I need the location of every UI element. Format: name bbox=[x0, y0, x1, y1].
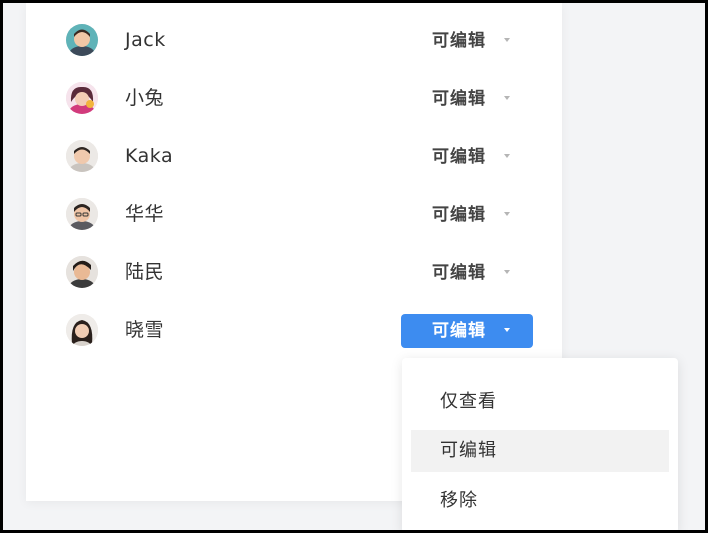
permission-select[interactable]: 可编辑 bbox=[401, 256, 533, 290]
permission-select[interactable]: 可编辑 bbox=[401, 24, 533, 58]
member-name: 陆民 bbox=[125, 261, 165, 283]
permission-dropdown-menu: 仅查看 可编辑 移除 bbox=[402, 358, 678, 533]
member-row: Jack 可编辑 bbox=[26, 11, 562, 69]
avatar bbox=[66, 24, 98, 56]
avatar bbox=[66, 82, 98, 114]
permission-label: 可编辑 bbox=[432, 89, 486, 109]
member-row: Kaka 可编辑 bbox=[26, 127, 562, 185]
member-name: 小兔 bbox=[125, 87, 165, 109]
avatar bbox=[66, 198, 98, 230]
caret-down-icon bbox=[504, 212, 510, 216]
member-row: 小兔 可编辑 bbox=[26, 69, 562, 127]
permission-select[interactable]: 可编辑 bbox=[401, 82, 533, 116]
menu-item-view-only[interactable]: 仅查看 bbox=[411, 381, 669, 423]
member-name: 晓雪 bbox=[125, 319, 165, 341]
avatar bbox=[66, 256, 98, 288]
member-row: 晓雪 可编辑 bbox=[26, 301, 562, 359]
member-name: Kaka bbox=[125, 145, 174, 167]
permission-label: 可编辑 bbox=[432, 263, 486, 283]
caret-down-icon bbox=[504, 328, 510, 332]
menu-item-can-edit[interactable]: 可编辑 bbox=[411, 430, 669, 472]
menu-item-remove[interactable]: 移除 bbox=[411, 480, 669, 522]
member-row: 陆民 可编辑 bbox=[26, 243, 562, 301]
member-name: 华华 bbox=[125, 203, 165, 225]
caret-down-icon bbox=[504, 154, 510, 158]
permission-label: 可编辑 bbox=[432, 147, 486, 167]
permission-select-active[interactable]: 可编辑 bbox=[401, 314, 533, 348]
permission-label: 可编辑 bbox=[432, 205, 486, 225]
permission-label: 可编辑 bbox=[432, 31, 486, 51]
avatar bbox=[66, 140, 98, 172]
permission-select[interactable]: 可编辑 bbox=[401, 198, 533, 232]
caret-down-icon bbox=[504, 270, 510, 274]
caret-down-icon bbox=[504, 96, 510, 100]
avatar bbox=[66, 314, 98, 346]
permission-label: 可编辑 bbox=[432, 321, 486, 341]
member-name: Jack bbox=[125, 29, 166, 51]
member-row: 华华 可编辑 bbox=[26, 185, 562, 243]
caret-down-icon bbox=[504, 38, 510, 42]
permission-select[interactable]: 可编辑 bbox=[401, 140, 533, 174]
